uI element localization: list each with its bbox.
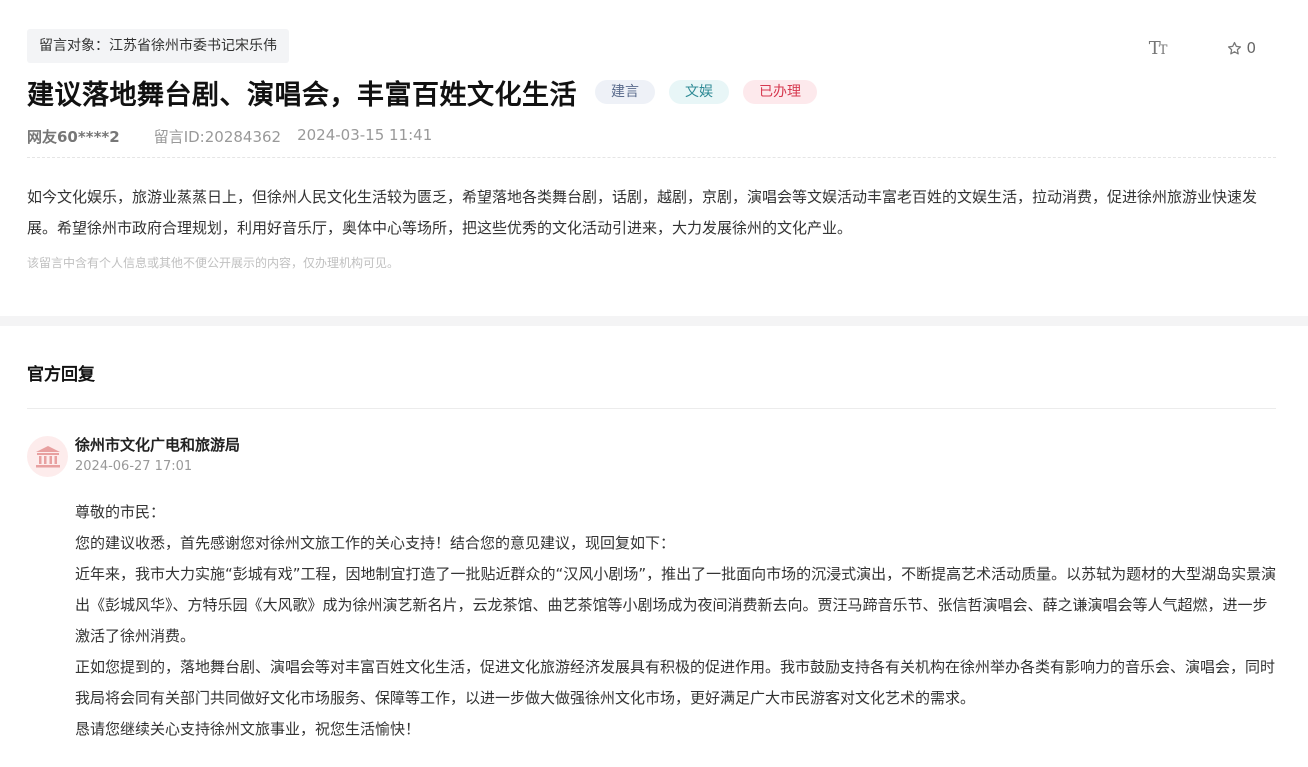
- message-id: 留言ID:20284362: [153, 128, 282, 146]
- reply-datetime: 2024-06-27 17:01: [75, 459, 193, 474]
- font-size-icon-small: T: [1158, 42, 1168, 58]
- avatar: [27, 436, 68, 477]
- toolbar: TT 0: [1149, 36, 1256, 60]
- reply-paragraph: 近年来，我市大力实施“彭城有戏”工程，因地制宜打造了一批贴近群众的“汉风小剧场”…: [75, 565, 1277, 645]
- divider: [27, 157, 1276, 158]
- reply-paragraph: 正如您提到的，落地舞台剧、演唱会等对丰富百姓文化生活，促进文化旅游经济发展具有积…: [75, 658, 1276, 707]
- font-size-icon[interactable]: TT: [1148, 37, 1168, 59]
- reply-content: 尊敬的市民： 您的建议收悉，首先感谢您对徐州文旅工作的关心支持！结合您的意见建议…: [75, 497, 1277, 745]
- section-gap: [0, 316, 1308, 326]
- divider: [27, 408, 1276, 409]
- reply-paragraph: 恳请您继续关心支持徐州文旅事业，祝您生活愉快！: [75, 720, 421, 738]
- recipient-label: 留言对象：江苏省徐州市委书记宋乐伟: [27, 29, 289, 63]
- reply-heading: 官方回复: [27, 365, 95, 385]
- message-content: 如今文化娱乐，旅游业蒸蒸日上，但徐州人民文化生活较为匮乏，希望落地各类舞台剧，话…: [27, 188, 1258, 237]
- font-size-icon-large: T: [1148, 37, 1161, 59]
- like-count: 0: [1246, 39, 1256, 57]
- author-name: 网友60****2: [27, 128, 120, 146]
- title-row: 建议落地舞台剧、演唱会，丰富百姓文化生活 建言 文娱 已办理: [27, 72, 817, 112]
- tag-suggestion: 建言: [595, 80, 655, 104]
- government-building-icon: [35, 445, 60, 467]
- message-meta: 网友60****2 留言ID:20284362 2024-03-15 11:41: [27, 126, 432, 147]
- reply-paragraph: 尊敬的市民：: [75, 503, 166, 521]
- page-title: 建议落地舞台剧、演唱会，丰富百姓文化生活: [27, 79, 577, 111]
- reply-paragraph: 您的建议收悉，首先感谢您对徐州文旅工作的关心支持！结合您的意见建议，现回复如下：: [75, 534, 676, 552]
- status-badge: 已办理: [743, 80, 817, 104]
- message-datetime: 2024-03-15 11:41: [297, 126, 433, 144]
- star-icon: [1228, 41, 1242, 54]
- privacy-note: 该留言中含有个人信息或其他不便公开展示的内容，仅办理机构可见。: [27, 256, 400, 270]
- tag-entertainment: 文娱: [669, 80, 729, 104]
- like-button[interactable]: 0: [1227, 39, 1256, 57]
- reply-org-name: 徐州市文化广电和旅游局: [75, 436, 241, 454]
- message-section: 留言对象：江苏省徐州市委书记宋乐伟 TT 0 建议落地舞台剧、演唱会，丰富百姓文…: [0, 0, 1308, 316]
